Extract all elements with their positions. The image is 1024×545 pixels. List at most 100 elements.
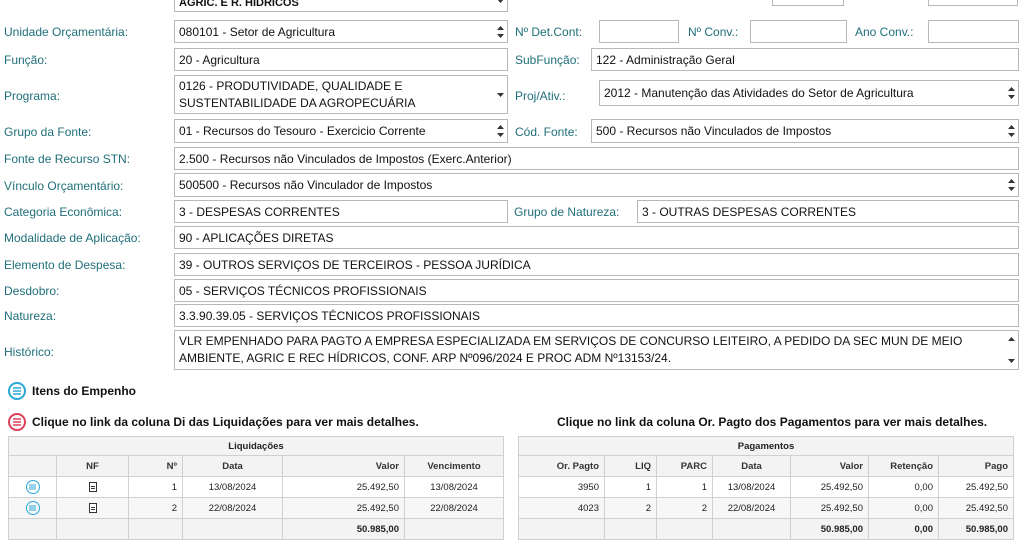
- document-icon[interactable]: [88, 481, 97, 492]
- list-icon: [8, 413, 26, 431]
- column-header: Data: [182, 455, 283, 477]
- document-icon[interactable]: [88, 502, 97, 513]
- grupo-natureza-value: 3 - OUTRAS DESPESAS CORRENTES: [642, 204, 857, 219]
- unidade-label: Unidade Orçamentária:: [4, 25, 129, 39]
- chevron-down-icon[interactable]: [496, 0, 505, 11]
- conv-input[interactable]: [750, 20, 847, 43]
- unidade-value: 080101 - Setor de Agricultura: [179, 24, 336, 39]
- proj-ativ-value: 2012 - Manutenção das Atividades do Seto…: [604, 86, 914, 100]
- list-icon[interactable]: [25, 501, 40, 515]
- detail-link[interactable]: [8, 497, 57, 519]
- liquidacoes-table: Liquidações NF Nº Data Valor Vencimento …: [8, 436, 504, 540]
- itens-empenho-label: Itens do Empenho: [32, 384, 137, 398]
- column-header: Data: [712, 455, 791, 477]
- value-cell: 25.492,50: [282, 497, 405, 519]
- date-cell: 22/08/2024: [182, 497, 283, 519]
- spinner-icon[interactable]: [1007, 177, 1016, 193]
- retencao-cell: 0,00: [868, 476, 939, 498]
- value-cell: 25.492,50: [282, 476, 405, 498]
- proj-ativ-select[interactable]: 2012 - Manutenção das Atividades do Seto…: [599, 80, 1019, 106]
- column-header: NF: [56, 455, 129, 477]
- fonte-stn-field: 2.500 - Recursos não Vinculados de Impos…: [174, 147, 1019, 170]
- pagamentos-table: Pagamentos Or. Pagto LIQ PARC Data Valor…: [518, 436, 1014, 540]
- or-pagto-link[interactable]: 3950: [518, 476, 605, 498]
- top-partial-select[interactable]: AGRIC. E R. HÍDRICOS: [174, 0, 508, 12]
- spinner-icon[interactable]: [496, 24, 505, 40]
- total-retencao: 0,00: [868, 518, 939, 540]
- pago-cell: 25.492,50: [938, 497, 1014, 519]
- total-value: 50.985,00: [790, 518, 869, 540]
- subfuncao-field: 122 - Administração Geral: [591, 48, 1019, 71]
- spinner-icon[interactable]: [1007, 85, 1016, 101]
- modalidade-label: Modalidade de Aplicação:: [4, 231, 141, 245]
- grupo-fonte-select[interactable]: 01 - Recursos do Tesouro - Exercicio Cor…: [174, 119, 508, 143]
- scroll-arrows-icon[interactable]: [1007, 335, 1016, 365]
- unidade-select[interactable]: 080101 - Setor de Agricultura: [174, 20, 508, 43]
- nf-cell[interactable]: [56, 497, 129, 519]
- pago-cell: 25.492,50: [938, 476, 1014, 498]
- conv-label: Nº Conv.:: [688, 25, 739, 39]
- pagamentos-hint-text: Clique no link da coluna Or. Pagto dos P…: [557, 415, 988, 429]
- historico-textarea[interactable]: VLR EMPENHADO PARA PAGTO A EMPRESA ESPEC…: [174, 330, 1019, 370]
- column-header: LIQ: [604, 455, 657, 477]
- desdobro-field: 05 - SERVIÇOS TÉCNICOS PROFISSIONAIS: [174, 279, 1019, 302]
- chevron-down-icon[interactable]: [496, 91, 505, 107]
- fonte-stn-label: Fonte de Recurso STN:: [4, 152, 131, 166]
- list-icon[interactable]: [8, 382, 26, 400]
- natureza-field: 3.3.90.39.05 - SERVIÇOS TÉCNICOS PROFISS…: [174, 304, 1019, 327]
- column-header: Pago: [938, 455, 1014, 477]
- pagamentos-hint: Clique no link da coluna Or. Pagto dos P…: [557, 415, 987, 429]
- det-cont-input[interactable]: [599, 20, 679, 43]
- or-pagto-link[interactable]: 4023: [518, 497, 605, 519]
- modalidade-field: 90 - APLICAÇÕES DIRETAS: [174, 226, 1019, 249]
- ano-conv-input[interactable]: [928, 20, 1019, 43]
- categoria-value: 3 - DESPESAS CORRENTES: [179, 204, 340, 219]
- det-cont-label: Nº Det.Cont:: [515, 25, 583, 39]
- column-header: Vencimento: [404, 455, 504, 477]
- total-pago: 50.985,00: [938, 518, 1014, 540]
- programa-select[interactable]: 0126 - PRODUTIVIDADE, QUALIDADE E SUSTEN…: [174, 75, 508, 114]
- elemento-value: 39 - OUTROS SERVIÇOS DE TERCEIROS - PESS…: [179, 257, 531, 272]
- natureza-value: 3.3.90.39.05 - SERVIÇOS TÉCNICOS PROFISS…: [179, 308, 480, 323]
- funcao-field: 20 - Agricultura: [174, 48, 508, 71]
- due-date-cell: 13/08/2024: [404, 476, 504, 498]
- grupo-fonte-label: Grupo da Fonte:: [4, 125, 92, 139]
- column-header: [8, 455, 57, 477]
- natureza-label: Natureza:: [4, 309, 57, 323]
- total-value: 50.985,00: [282, 518, 405, 540]
- modalidade-value: 90 - APLICAÇÕES DIRETAS: [179, 230, 334, 245]
- top-partial-field-3[interactable]: [928, 0, 1018, 6]
- table-row: 2 22/08/2024 25.492,50 22/08/2024: [8, 497, 504, 519]
- column-header: Valor: [790, 455, 869, 477]
- detail-link[interactable]: [8, 476, 57, 498]
- table-row: 3950 1 1 13/08/2024 25.492,50 0,00 25.49…: [518, 476, 1014, 498]
- cod-fonte-select[interactable]: 500 - Recursos não Vinculados de Imposto…: [591, 119, 1019, 143]
- funcao-label: Função:: [4, 53, 48, 67]
- vinculo-label: Vínculo Orçamentário:: [4, 179, 124, 193]
- ano-conv-label: Ano Conv.:: [855, 25, 914, 39]
- categoria-label: Categoria Econômica:: [4, 205, 123, 219]
- liquidacoes-hint-text: Clique no link da coluna Di das Liquidaç…: [32, 415, 419, 429]
- liquidacoes-hint: Clique no link da coluna Di das Liquidaç…: [8, 413, 419, 431]
- column-header: Retenção: [868, 455, 939, 477]
- desdobro-label: Desdobro:: [4, 284, 60, 298]
- itens-empenho-section[interactable]: Itens do Empenho: [8, 382, 136, 400]
- desdobro-value: 05 - SERVIÇOS TÉCNICOS PROFISSIONAIS: [179, 283, 427, 298]
- vinculo-value: 500500 - Recursos não Vinculador de Impo…: [179, 178, 433, 192]
- proj-ativ-label: Proj/Ativ.:: [515, 89, 566, 103]
- date-cell: 13/08/2024: [712, 476, 791, 498]
- elemento-field: 39 - OUTROS SERVIÇOS DE TERCEIROS - PESS…: [174, 253, 1019, 276]
- grupo-natureza-label: Grupo de Natureza:: [514, 205, 620, 219]
- list-icon[interactable]: [25, 480, 40, 494]
- nf-cell[interactable]: [56, 476, 129, 498]
- date-cell: 13/08/2024: [182, 476, 283, 498]
- fonte-stn-value: 2.500 - Recursos não Vinculados de Impos…: [179, 151, 512, 166]
- spinner-icon[interactable]: [496, 123, 505, 139]
- total-row: 50.985,00: [8, 518, 504, 540]
- retencao-cell: 0,00: [868, 497, 939, 519]
- due-date-cell: 22/08/2024: [404, 497, 504, 519]
- top-partial-field-2[interactable]: [772, 0, 844, 6]
- spinner-icon[interactable]: [1007, 123, 1016, 139]
- pagamentos-caption: Pagamentos: [518, 436, 1014, 456]
- vinculo-select[interactable]: 500500 - Recursos não Vinculador de Impo…: [174, 173, 1019, 197]
